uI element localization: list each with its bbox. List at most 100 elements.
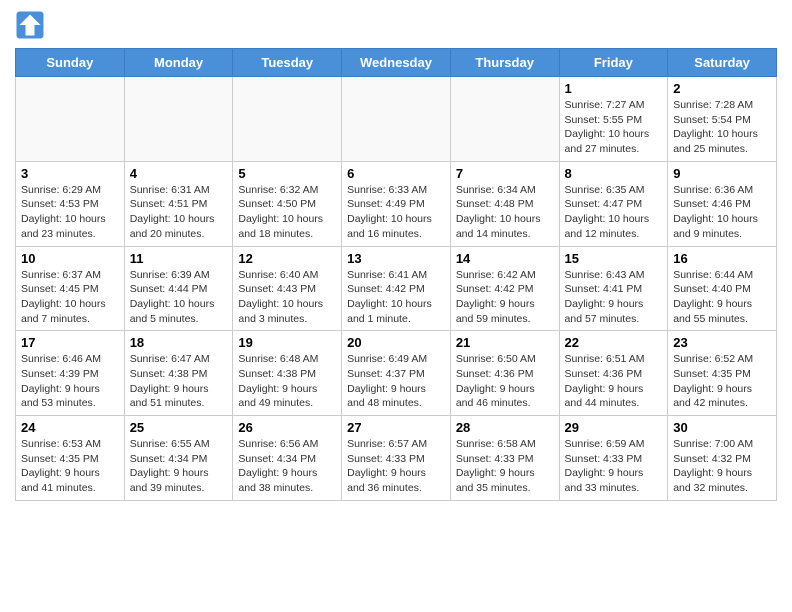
calendar-cell: 11 Sunrise: 6:39 AM Sunset: 4:44 PM Dayli… bbox=[124, 246, 233, 331]
day-info: Sunrise: 6:58 AM Sunset: 4:33 PM Dayligh… bbox=[456, 437, 554, 496]
day-info: Sunrise: 6:55 AM Sunset: 4:34 PM Dayligh… bbox=[130, 437, 228, 496]
day-info: Sunrise: 6:29 AM Sunset: 4:53 PM Dayligh… bbox=[21, 183, 119, 242]
day-info: Sunrise: 6:50 AM Sunset: 4:36 PM Dayligh… bbox=[456, 352, 554, 411]
day-number: 13 bbox=[347, 251, 445, 266]
day-number: 24 bbox=[21, 420, 119, 435]
day-info: Sunrise: 6:52 AM Sunset: 4:35 PM Dayligh… bbox=[673, 352, 771, 411]
calendar-cell: 22 Sunrise: 6:51 AM Sunset: 4:36 PM Dayli… bbox=[559, 331, 668, 416]
calendar-cell: 6 Sunrise: 6:33 AM Sunset: 4:49 PM Daylig… bbox=[342, 161, 451, 246]
day-number: 8 bbox=[565, 166, 663, 181]
calendar-week-row: 17 Sunrise: 6:46 AM Sunset: 4:39 PM Dayli… bbox=[16, 331, 777, 416]
weekday-header-row: SundayMondayTuesdayWednesdayThursdayFrid… bbox=[16, 49, 777, 77]
day-info: Sunrise: 6:36 AM Sunset: 4:46 PM Dayligh… bbox=[673, 183, 771, 242]
calendar-cell: 30 Sunrise: 7:00 AM Sunset: 4:32 PM Dayli… bbox=[668, 416, 777, 501]
day-info: Sunrise: 6:32 AM Sunset: 4:50 PM Dayligh… bbox=[238, 183, 336, 242]
calendar-cell: 13 Sunrise: 6:41 AM Sunset: 4:42 PM Dayli… bbox=[342, 246, 451, 331]
day-number: 18 bbox=[130, 335, 228, 350]
day-number: 9 bbox=[673, 166, 771, 181]
calendar-week-row: 10 Sunrise: 6:37 AM Sunset: 4:45 PM Dayli… bbox=[16, 246, 777, 331]
day-number: 21 bbox=[456, 335, 554, 350]
calendar-cell: 3 Sunrise: 6:29 AM Sunset: 4:53 PM Daylig… bbox=[16, 161, 125, 246]
day-number: 16 bbox=[673, 251, 771, 266]
day-info: Sunrise: 6:48 AM Sunset: 4:38 PM Dayligh… bbox=[238, 352, 336, 411]
day-info: Sunrise: 6:44 AM Sunset: 4:40 PM Dayligh… bbox=[673, 268, 771, 327]
day-number: 29 bbox=[565, 420, 663, 435]
day-info: Sunrise: 6:56 AM Sunset: 4:34 PM Dayligh… bbox=[238, 437, 336, 496]
calendar-cell: 28 Sunrise: 6:58 AM Sunset: 4:33 PM Dayli… bbox=[450, 416, 559, 501]
weekday-header: Tuesday bbox=[233, 49, 342, 77]
calendar-cell: 27Sunrise: 6:57 AM Sunset: 4:33 PM Dayli… bbox=[342, 416, 451, 501]
day-info: Sunrise: 7:27 AM Sunset: 5:55 PM Dayligh… bbox=[565, 98, 663, 157]
day-number: 14 bbox=[456, 251, 554, 266]
calendar-cell: 15 Sunrise: 6:43 AM Sunset: 4:41 PM Dayli… bbox=[559, 246, 668, 331]
day-info: Sunrise: 6:35 AM Sunset: 4:47 PM Dayligh… bbox=[565, 183, 663, 242]
calendar-cell bbox=[16, 77, 125, 162]
day-info: Sunrise: 6:41 AM Sunset: 4:42 PM Dayligh… bbox=[347, 268, 445, 327]
calendar-week-row: 3 Sunrise: 6:29 AM Sunset: 4:53 PM Daylig… bbox=[16, 161, 777, 246]
calendar-cell: 1 Sunrise: 7:27 AM Sunset: 5:55 PM Daylig… bbox=[559, 77, 668, 162]
day-info: Sunrise: 6:57 AM Sunset: 4:33 PM Dayligh… bbox=[347, 437, 445, 496]
day-info: Sunrise: 6:37 AM Sunset: 4:45 PM Dayligh… bbox=[21, 268, 119, 327]
day-info: Sunrise: 6:49 AM Sunset: 4:37 PM Dayligh… bbox=[347, 352, 445, 411]
day-info: Sunrise: 6:40 AM Sunset: 4:43 PM Dayligh… bbox=[238, 268, 336, 327]
day-number: 11 bbox=[130, 251, 228, 266]
day-number: 12 bbox=[238, 251, 336, 266]
weekday-header: Saturday bbox=[668, 49, 777, 77]
day-info: Sunrise: 6:59 AM Sunset: 4:33 PM Dayligh… bbox=[565, 437, 663, 496]
day-info: Sunrise: 6:51 AM Sunset: 4:36 PM Dayligh… bbox=[565, 352, 663, 411]
calendar-cell: 21 Sunrise: 6:50 AM Sunset: 4:36 PM Dayli… bbox=[450, 331, 559, 416]
calendar: SundayMondayTuesdayWednesdayThursdayFrid… bbox=[15, 48, 777, 501]
day-number: 3 bbox=[21, 166, 119, 181]
calendar-cell bbox=[124, 77, 233, 162]
day-info: Sunrise: 6:53 AM Sunset: 4:35 PM Dayligh… bbox=[21, 437, 119, 496]
calendar-week-row: 1 Sunrise: 7:27 AM Sunset: 5:55 PM Daylig… bbox=[16, 77, 777, 162]
calendar-cell: 25 Sunrise: 6:55 AM Sunset: 4:34 PM Dayli… bbox=[124, 416, 233, 501]
calendar-cell bbox=[233, 77, 342, 162]
calendar-cell: 17 Sunrise: 6:46 AM Sunset: 4:39 PM Dayli… bbox=[16, 331, 125, 416]
weekday-header: Wednesday bbox=[342, 49, 451, 77]
calendar-cell: 7 Sunrise: 6:34 AM Sunset: 4:48 PM Daylig… bbox=[450, 161, 559, 246]
calendar-cell: 10 Sunrise: 6:37 AM Sunset: 4:45 PM Dayli… bbox=[16, 246, 125, 331]
day-info: Sunrise: 6:39 AM Sunset: 4:44 PM Dayligh… bbox=[130, 268, 228, 327]
weekday-header: Thursday bbox=[450, 49, 559, 77]
day-number: 22 bbox=[565, 335, 663, 350]
calendar-cell: 19 Sunrise: 6:48 AM Sunset: 4:38 PM Dayli… bbox=[233, 331, 342, 416]
day-info: Sunrise: 7:00 AM Sunset: 4:32 PM Dayligh… bbox=[673, 437, 771, 496]
day-number: 28 bbox=[456, 420, 554, 435]
calendar-cell: 16 Sunrise: 6:44 AM Sunset: 4:40 PM Dayli… bbox=[668, 246, 777, 331]
calendar-week-row: 24 Sunrise: 6:53 AM Sunset: 4:35 PM Dayli… bbox=[16, 416, 777, 501]
calendar-cell: 4Sunrise: 6:31 AM Sunset: 4:51 PM Daylig… bbox=[124, 161, 233, 246]
day-number: 1 bbox=[565, 81, 663, 96]
day-number: 15 bbox=[565, 251, 663, 266]
day-number: 20 bbox=[347, 335, 445, 350]
day-number: 19 bbox=[238, 335, 336, 350]
day-number: 2 bbox=[673, 81, 771, 96]
day-info: Sunrise: 6:46 AM Sunset: 4:39 PM Dayligh… bbox=[21, 352, 119, 411]
calendar-cell: 9 Sunrise: 6:36 AM Sunset: 4:46 PM Daylig… bbox=[668, 161, 777, 246]
day-info: Sunrise: 6:33 AM Sunset: 4:49 PM Dayligh… bbox=[347, 183, 445, 242]
day-number: 6 bbox=[347, 166, 445, 181]
day-number: 17 bbox=[21, 335, 119, 350]
calendar-cell: 8 Sunrise: 6:35 AM Sunset: 4:47 PM Daylig… bbox=[559, 161, 668, 246]
day-number: 10 bbox=[21, 251, 119, 266]
calendar-cell: 14 Sunrise: 6:42 AM Sunset: 4:42 PM Dayli… bbox=[450, 246, 559, 331]
calendar-cell: 12 Sunrise: 6:40 AM Sunset: 4:43 PM Dayli… bbox=[233, 246, 342, 331]
day-info: Sunrise: 6:43 AM Sunset: 4:41 PM Dayligh… bbox=[565, 268, 663, 327]
page: SundayMondayTuesdayWednesdayThursdayFrid… bbox=[0, 0, 792, 511]
day-info: Sunrise: 6:31 AM Sunset: 4:51 PM Dayligh… bbox=[130, 183, 228, 242]
calendar-cell bbox=[342, 77, 451, 162]
calendar-cell: 23Sunrise: 6:52 AM Sunset: 4:35 PM Dayli… bbox=[668, 331, 777, 416]
day-info: Sunrise: 6:34 AM Sunset: 4:48 PM Dayligh… bbox=[456, 183, 554, 242]
day-info: Sunrise: 6:42 AM Sunset: 4:42 PM Dayligh… bbox=[456, 268, 554, 327]
calendar-cell: 2Sunrise: 7:28 AM Sunset: 5:54 PM Daylig… bbox=[668, 77, 777, 162]
calendar-cell: 20 Sunrise: 6:49 AM Sunset: 4:37 PM Dayli… bbox=[342, 331, 451, 416]
day-number: 30 bbox=[673, 420, 771, 435]
day-number: 25 bbox=[130, 420, 228, 435]
weekday-header: Sunday bbox=[16, 49, 125, 77]
calendar-cell: 5Sunrise: 6:32 AM Sunset: 4:50 PM Daylig… bbox=[233, 161, 342, 246]
logo-icon bbox=[15, 10, 45, 40]
header bbox=[15, 10, 777, 40]
day-number: 7 bbox=[456, 166, 554, 181]
calendar-cell: 29 Sunrise: 6:59 AM Sunset: 4:33 PM Dayli… bbox=[559, 416, 668, 501]
logo bbox=[15, 10, 49, 40]
